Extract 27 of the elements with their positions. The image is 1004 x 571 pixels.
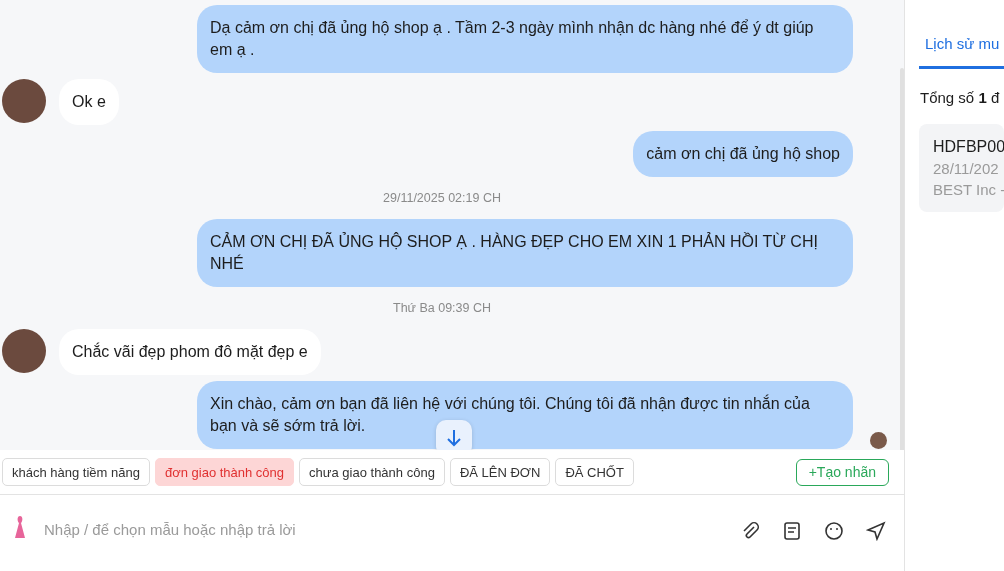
order-carrier: BEST Inc - [933, 181, 1004, 198]
message-bubble: cảm ơn chị đã ủng hộ shop [633, 131, 853, 177]
message-bubble: Ok e [59, 79, 119, 125]
order-card[interactable]: HDFBP00 28/11/202 BEST Inc - [919, 124, 1004, 212]
message-bubble: Dạ cảm ơn chị đã ủng hộ shop ạ . Tầm 2-3 ngày mình nhận dc hàng nhé để ý dt giúp em ạ . [197, 5, 853, 73]
timestamp: Thứ Ba 09:39 CH [392, 300, 492, 317]
tag-chip[interactable]: ĐÃ CHỐT [555, 458, 634, 486]
purchase-history-tab[interactable]: Lịch sử mu [919, 28, 1004, 69]
message-bubble: Chắc vãi đẹp phom đô mặt đẹp e [59, 329, 321, 375]
timestamp: 29/11/2025 02:19 CH [382, 190, 502, 207]
message-input[interactable]: Nhập / để chọn mẫu hoặc nhập trả lời [44, 515, 718, 545]
order-date: 28/11/202 [933, 160, 1000, 177]
tag-chip[interactable]: chưa giao thành công [299, 458, 445, 486]
note-icon[interactable] [782, 521, 802, 542]
tag-chip[interactable]: khách hàng tiềm năng [2, 458, 150, 486]
emoji-icon[interactable] [824, 521, 844, 542]
send-icon[interactable] [866, 521, 886, 542]
scroll-down-button[interactable] [436, 420, 472, 450]
avatar [2, 329, 46, 373]
message-bubble: CẢM ƠN CHỊ ĐÃ ỦNG HỘ SHOP Ạ . HÀNG ĐẸP CHO EM XIN 1 PHẢN HỒI TỪ CHỊ NHÉ [197, 219, 853, 287]
order-count: Tổng số 1 đ [919, 88, 1001, 106]
order-code: HDFBP00 [933, 138, 1004, 156]
arrow-down-icon [446, 429, 462, 447]
avatar [2, 79, 46, 123]
message-bubble: Xin chào, cảm ơn bạn đã liên hệ với chúng tôi. Chúng tôi đã nhận được tin nhắn của bạn và sẽ sớm trả lời. [197, 381, 853, 449]
shop-logo [14, 515, 26, 540]
tag-chip[interactable]: ĐÃ LÊN ĐƠN [449, 458, 551, 486]
